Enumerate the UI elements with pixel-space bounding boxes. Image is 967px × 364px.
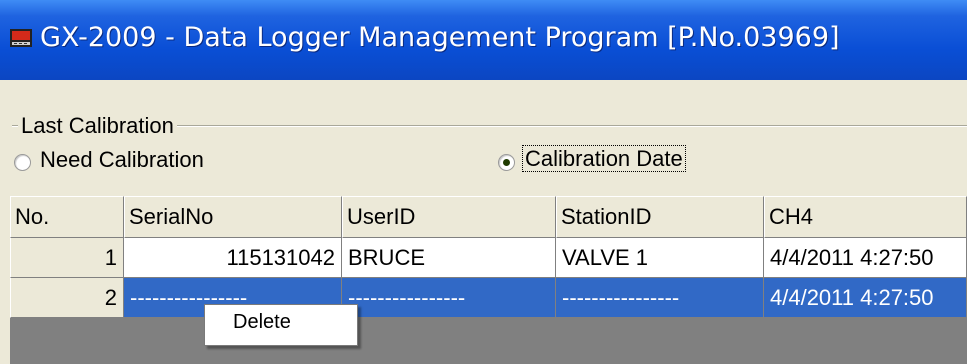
last-calibration-group-label: Last Calibration (18, 113, 177, 139)
stationid-cell[interactable]: ---------------- (556, 278, 764, 318)
need-calibration-label[interactable]: Need Calibration (40, 147, 204, 173)
userid-cell[interactable]: BRUCE (342, 238, 556, 278)
ch4-cell[interactable]: 4/4/2011 4:27:50 (764, 238, 967, 278)
column-header-ch4[interactable]: CH4 (764, 196, 967, 238)
calibration-date-label[interactable]: Calibration Date (522, 145, 686, 172)
calibration-date-label-text: Calibration Date (522, 145, 686, 172)
delete-menu-item[interactable]: Delete (233, 311, 291, 334)
need-calibration-radio[interactable] (14, 154, 31, 171)
column-header-userid[interactable]: UserID (342, 196, 556, 238)
stationid-cell[interactable]: VALVE 1 (556, 238, 764, 278)
column-header-stationid[interactable]: StationID (556, 196, 764, 238)
serial-cell[interactable]: 115131042 (124, 238, 342, 278)
radio-selected-dot (503, 159, 510, 166)
ch4-cell[interactable]: 4/4/2011 4:27:50 (764, 278, 967, 318)
data-grid[interactable]: No. SerialNo UserID StationID CH4 1 1151… (10, 196, 967, 364)
title-bar[interactable]: GX-2009 - Data Logger Management Program… (0, 0, 967, 80)
column-header-no[interactable]: No. (10, 196, 124, 238)
context-menu: Delete (204, 304, 358, 346)
userid-cell[interactable]: ---------------- (342, 278, 556, 318)
row-number[interactable]: 2 (10, 278, 124, 318)
window-title: GX-2009 - Data Logger Management Program… (40, 22, 840, 53)
column-header-serialno[interactable]: SerialNo (124, 196, 342, 238)
app-monitor-icon (10, 29, 32, 47)
row-number[interactable]: 1 (10, 238, 124, 278)
calibration-date-radio[interactable] (498, 154, 515, 171)
